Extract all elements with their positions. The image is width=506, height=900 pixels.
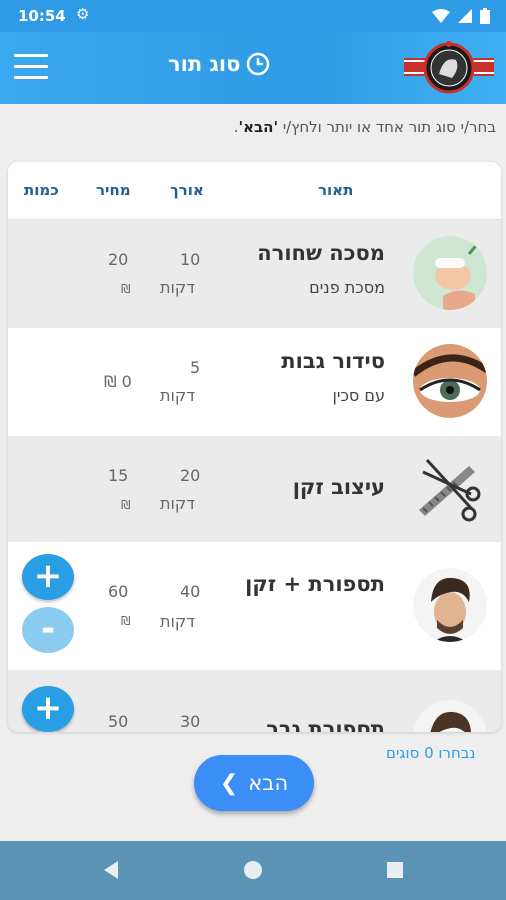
settings-gear-icon: ⚙ [76,5,90,23]
add-quantity-button[interactable]: + [22,686,74,732]
service-currency: ₪ [121,614,131,628]
app-bar: סוג תור [0,32,506,104]
service-price: 0 ₪ [104,372,132,391]
service-price: 20 [108,250,129,269]
instruction-highlight: 'הבא' [238,118,279,136]
service-length-unit: דקות [160,612,195,631]
service-thumbnail [413,344,487,418]
next-button[interactable]: ❮ הבא [194,755,314,811]
scissors-comb-icon [413,452,487,526]
header-price: מחיר [96,181,131,199]
status-bar: 10:54 ⚙ [0,0,506,32]
service-length: 40 [180,582,201,601]
header-description: תאור [318,181,354,199]
status-time: 10:54 [18,7,66,25]
navigation-bar [0,841,506,900]
service-currency: ₪ [121,282,131,296]
service-subtitle: עם סכין [332,386,386,405]
header-quantity: כמות [24,181,59,199]
wifi-icon [432,9,450,23]
service-length-unit: דקות [160,278,195,297]
service-length: 5 [190,358,201,377]
page-title: סוג תור [168,52,241,76]
table-row[interactable]: מסכה שחורה מסכת פנים 10 דקות 20 ₪ [8,220,501,328]
recents-icon[interactable] [384,859,406,881]
app-title-wrap: סוג תור [168,52,270,76]
service-thumbnail [413,236,487,310]
instruction-main: בחר/י סוג תור אחד או יותר ולחץ/י [278,118,496,136]
header-length: אורך [170,181,204,199]
service-length-unit: דקות [160,494,195,513]
service-length: 30 [180,712,201,731]
menu-icon[interactable] [14,54,48,80]
service-name: עיצוב זקן [292,475,385,499]
service-currency: ₪ [121,498,131,512]
service-price: 50 [108,712,129,731]
service-subtitle: מסכת פנים [309,278,385,297]
service-name: מסכה שחורה [257,241,385,265]
back-icon[interactable] [100,859,122,881]
clock-icon [247,52,270,76]
service-length: 20 [180,466,201,485]
add-quantity-button[interactable]: + [22,554,74,600]
selected-count: נבחרו 0 סוגים [386,744,476,762]
chevron-left-icon: ❮ [219,770,239,796]
table-header: תאור אורך מחיר כמות [8,162,501,220]
service-thumbnail [413,568,487,642]
home-icon[interactable] [242,859,264,881]
service-price: 60 [108,582,129,601]
services-table: תאור אורך מחיר כמות מסכה שחורה מסכת פנים… [8,162,501,732]
table-row[interactable]: תספורת גבר 30 50 + [8,670,501,732]
service-name: תספורת + זקן [245,572,385,596]
service-name: תספורת גבר [266,717,385,732]
table-row[interactable]: תספורת + זקן 40 דקות 60 ₪ + - [8,542,501,670]
service-name: סידור גבות [281,349,385,373]
service-length-unit: דקות [160,386,195,405]
instruction-text: בחר/י סוג תור אחד או יותר ולחץ/י 'הבא'. [16,118,496,136]
service-thumbnail [413,700,487,732]
logo [404,41,494,94]
battery-icon [480,8,490,24]
remove-quantity-button[interactable]: - [22,607,74,653]
signal-icon [458,9,472,23]
table-row[interactable]: סידור גבות עם סכין 5 דקות 0 ₪ [8,328,501,436]
table-row[interactable]: עיצוב זקן 20 דקות 15 ₪ [8,436,501,542]
status-icons [432,8,490,24]
service-length: 10 [180,250,201,269]
next-button-label: הבא [248,771,289,795]
service-price: 15 [108,466,129,485]
